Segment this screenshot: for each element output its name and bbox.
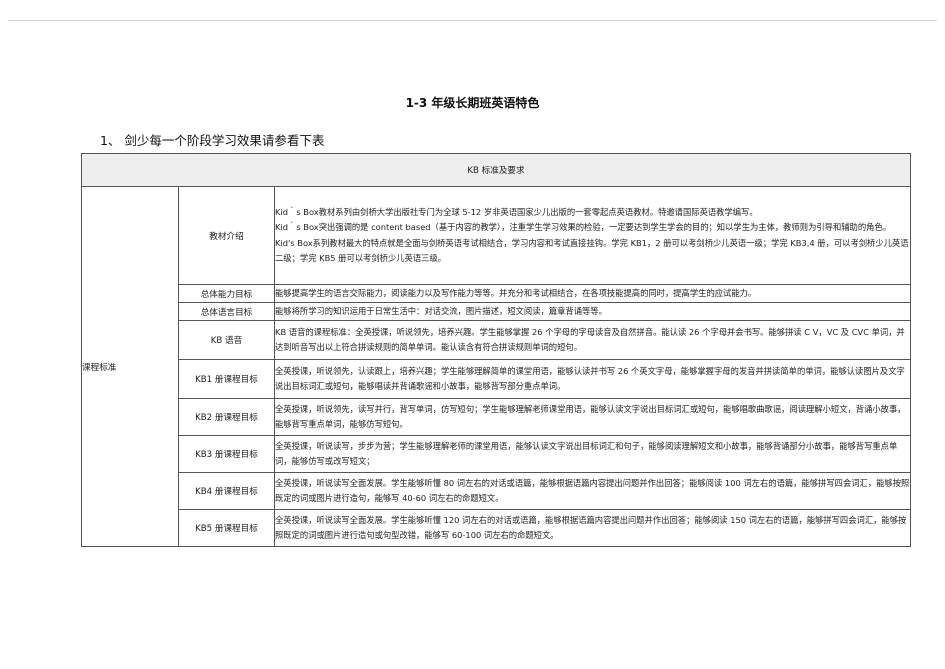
row-content: Kid｀s Box教材系列由剑桥大学出版社专门为全球 5-12 岁非英语国家少儿… [273,186,912,285]
content-paragraph: Kid｀s Box教材系列由剑桥大学出版社专门为全球 5-12 岁非英语国家少儿… [275,206,758,217]
row-label: KB3 册课程目标 [178,435,275,473]
table-row: 课程标准 教材介绍 Kid｀s Box教材系列由剑桥大学出版社专门为全球 5-1… [81,186,912,547]
table-row: KB2 册课程目标 全英授课，听说领先，读写并行，背写单词，仿写短句；学生能够理… [82,398,912,436]
top-rule [8,20,937,21]
table-row: KB4 册课程目标 全英授课，听说读写全面发展。学生能够听懂 80 词左右的对话… [82,472,912,510]
table-row: 总体语言目标 能够将所学习的知识运用于日常生活中：对话交流，图片描述，短文阅读，… [82,302,912,321]
table-header-row: KB 标准及要求 [80,153,912,187]
kb-standards-table: KB 标准及要求 课程标准 教材介绍 Kid｀s Box教材系列由剑桥大学出版社… [80,153,912,547]
table-row: KB1 册课程目标 全英授课，听说领先，认读跟上，培养兴趣；学生能够理解简单的课… [82,359,912,399]
content-paragraph: Kid's Box系列教材最大的特点就是全面与剑桥英语考试相结合，学习内容和考试… [275,237,909,264]
row-label: KB4 册课程目标 [178,472,275,510]
row-content: 全英授课，听说领先，读写并行，背写单词，仿写短句；学生能够理解老师课堂用语，能够… [273,398,912,436]
content-paragraph: Kid｀s Box突出强调的是 content based（基于内容的教学），注… [275,222,892,232]
section-heading: 1、 剑少每一个阶段学习效果请参看下表 [100,133,325,148]
category-cell: 课程标准 [81,186,179,547]
row-label: KB5 册课程目标 [178,509,275,547]
row-label: KB 语音 [178,320,275,360]
document-title: 1-3 年级长期班英语特色 [405,96,540,110]
row-content: 全英授课，听说读写全面发展。学生能够听懂 120 词左右的对话或语篇，能够根据语… [273,509,912,547]
row-label: KB2 册课程目标 [178,398,275,436]
row-label: 教材介绍 [178,186,275,285]
row-content: 全英授课，听说领先，认读跟上，培养兴趣；学生能够理解简单的课堂用语，能够认读并书… [273,359,912,399]
row-content: 全英授课，听说读写，步步为营；学生能够理解老师的课堂用语，能够认读文字说出目标词… [273,435,912,473]
row-content: 能够将所学习的知识运用于日常生活中：对话交流，图片描述，短文阅读，篇章背诵等等。 [273,302,912,321]
row-content: 全英授课，听说读写全面发展。学生能够听懂 80 词左右的对话或语篇，能够根据语篇… [273,472,912,510]
table-row: 总体能力目标 能够提高学生的语言交际能力，阅读能力以及写作能力等等。并充分和考试… [82,284,912,303]
row-label: 总体语言目标 [178,302,275,321]
table-row: KB5 册课程目标 全英授课，听说读写全面发展。学生能够听懂 120 词左右的对… [82,509,912,547]
row-content: 能够提高学生的语言交际能力，阅读能力以及写作能力等等。并充分和考试相结合，在各项… [273,284,912,303]
row-content: KB 语音的课程标准：全英授课，听说领先，培养兴趣。学生能够掌握 26 个字母的… [273,320,912,360]
row-label: 总体能力目标 [178,284,275,303]
table-row: KB 语音 KB 语音的课程标准：全英授课，听说领先，培养兴趣。学生能够掌握 2… [82,320,912,360]
row-label: KB1 册课程目标 [178,359,275,399]
table-row: KB3 册课程目标 全英授课，听说读写，步步为营；学生能够理解老师的课堂用语，能… [82,435,912,473]
table-header: KB 标准及要求 [80,153,912,187]
